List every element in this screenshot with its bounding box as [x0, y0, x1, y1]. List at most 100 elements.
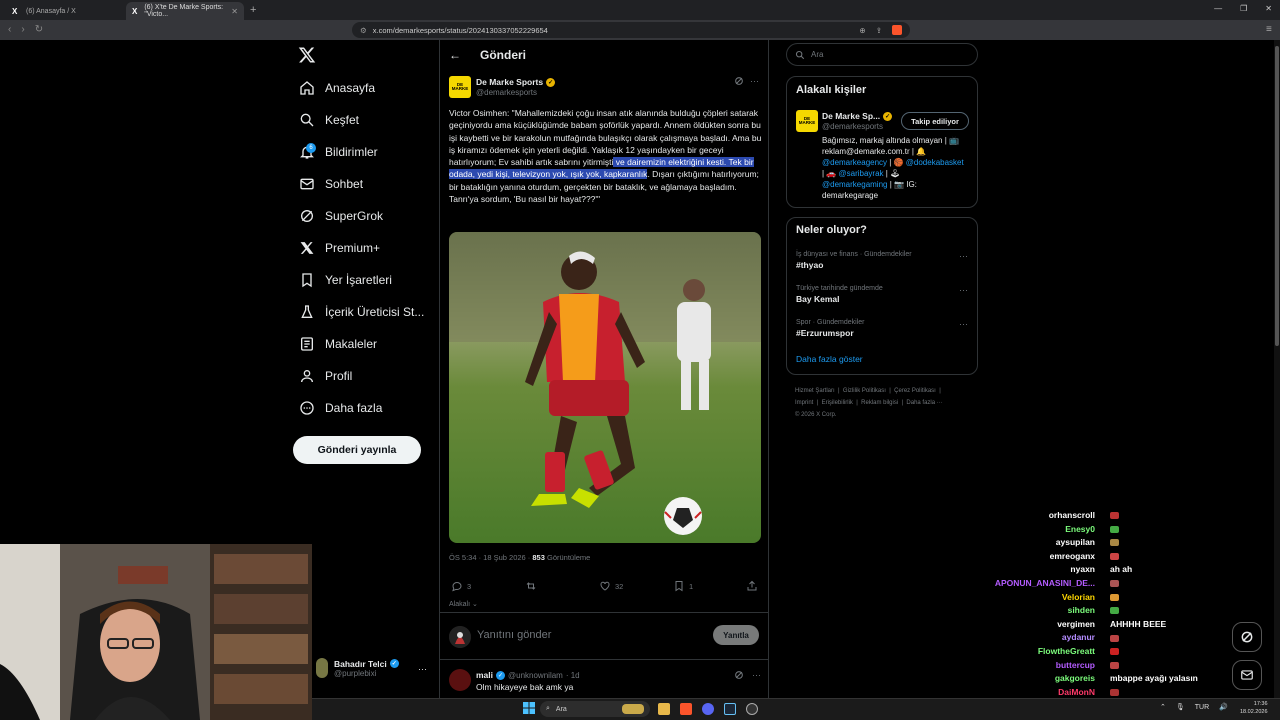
reply-button[interactable]: 3: [451, 580, 471, 592]
microphone-icon[interactable]: 🎙: [1176, 703, 1185, 711]
taskbar-clock[interactable]: 17:36 18.02.2026: [1240, 700, 1268, 716]
bio-link[interactable]: @demarkeagency: [822, 158, 887, 167]
zoom-icon[interactable]: ⊕: [859, 26, 865, 35]
search-icon: ⌕: [546, 705, 550, 712]
person-handle[interactable]: @demarkesports: [822, 122, 883, 131]
brave-shield-icon[interactable]: [892, 25, 902, 35]
bookmark-button[interactable]: 1: [673, 580, 693, 592]
time: 17:36: [1253, 701, 1268, 707]
nav-item-creator-studio[interactable]: İçerik Üreticisi St...: [299, 300, 424, 324]
x-logo-icon[interactable]: [298, 46, 316, 64]
footer-link[interactable]: Hizmet Şartları: [795, 388, 835, 394]
author-name-row[interactable]: De Marke Sports ✓: [476, 77, 556, 87]
bio-link[interactable]: @dodekabasket: [906, 158, 964, 167]
tweet-photo[interactable]: [449, 232, 761, 543]
close-window-icon[interactable]: ✕: [1265, 4, 1272, 13]
chevron-up-icon[interactable]: ⌃: [1160, 703, 1166, 711]
file-explorer-icon[interactable]: [658, 703, 670, 715]
discord-icon[interactable]: [702, 703, 714, 715]
steam-icon[interactable]: [724, 703, 736, 715]
share-button[interactable]: [746, 580, 758, 592]
more-dots-icon[interactable]: ···: [418, 664, 427, 674]
following-button[interactable]: Takip ediliyor: [901, 112, 969, 130]
minimize-icon[interactable]: —: [1214, 4, 1222, 13]
tweet-actions: 3 32 1: [449, 580, 761, 594]
avatar[interactable]: [449, 669, 471, 691]
search-input[interactable]: Ara: [786, 43, 978, 66]
more-dots-icon[interactable]: ···: [959, 319, 968, 329]
nav-item-supergrok[interactable]: SuperGrok: [299, 204, 383, 228]
nav-item-bookmarks[interactable]: Yer İşaretleri: [299, 268, 392, 292]
share-icon[interactable]: ⇪: [876, 26, 882, 35]
back-arrow-icon[interactable]: ←: [449, 48, 461, 62]
trend-item[interactable]: Türkiye tarihinde gündemde Bay Kemal ···: [796, 285, 972, 304]
close-tab-icon[interactable]: ✕: [231, 7, 238, 16]
grok-float-button[interactable]: [1232, 622, 1262, 652]
bio-link[interactable]: @demarkegaming: [822, 180, 887, 189]
reply-input[interactable]: Yanıtını gönder: [477, 629, 551, 641]
messages-float-button[interactable]: [1232, 660, 1262, 690]
footer-link[interactable]: Reklam bilgisi: [861, 400, 898, 406]
avatar[interactable]: DE MARKE: [796, 110, 818, 132]
nav-item-profile[interactable]: Profil: [299, 364, 352, 388]
reply-submit-button[interactable]: Yanıtla: [713, 625, 759, 645]
trend-item[interactable]: Spor · Gündemdekiler #Erzurumspor ···: [796, 319, 972, 338]
new-tab-icon[interactable]: +: [250, 4, 256, 16]
article-icon: [299, 336, 315, 352]
more-dots-icon[interactable]: ···: [752, 670, 761, 680]
nav-item-home[interactable]: Anasayfa: [299, 76, 375, 100]
obs-icon[interactable]: [746, 703, 758, 715]
browser-tab[interactable]: X (6) Anasayfa / X: [6, 2, 122, 20]
chat-emote-icon: [1110, 553, 1119, 561]
browser-menu-icon[interactable]: ≡: [1266, 24, 1272, 35]
nav-item-explore[interactable]: Keşfet: [299, 108, 359, 132]
forward-icon[interactable]: ›: [21, 24, 24, 35]
author-avatar[interactable]: DE MARKE: [449, 76, 471, 98]
restore-icon[interactable]: ❐: [1240, 4, 1247, 13]
footer-link[interactable]: Erişilebilirlik: [822, 400, 853, 406]
volume-icon[interactable]: 🔊: [1219, 703, 1228, 711]
nav-item-more[interactable]: Daha fazla: [299, 396, 382, 420]
avatar: [316, 658, 328, 678]
browser-tab-active[interactable]: X (6) X'te De Marke Sports: "Victo... ✕: [126, 2, 244, 20]
brave-browser-icon[interactable]: [680, 703, 692, 715]
repost-button[interactable]: [525, 580, 537, 592]
footer-link[interactable]: Daha fazla ···: [906, 400, 942, 406]
account-switcher[interactable]: Bahadır Telci ✓ @purplebixi: [316, 658, 399, 678]
trend-item[interactable]: İş dünyası ve finans · Gündemdekiler #th…: [796, 251, 972, 270]
chat-text: [1110, 646, 1119, 656]
more-dots-icon[interactable]: ···: [959, 251, 968, 261]
grok-icon[interactable]: [734, 670, 744, 680]
search-highlight-icon: [622, 704, 644, 714]
like-button[interactable]: 32: [599, 580, 623, 592]
back-icon[interactable]: ‹: [8, 24, 11, 35]
bio-link[interactable]: @saribayrak: [839, 169, 884, 178]
nav-item-chat[interactable]: Sohbet: [299, 172, 363, 196]
windows-start-icon[interactable]: [523, 702, 535, 714]
verified-gold-icon: ✓: [546, 77, 556, 87]
more-dots-icon[interactable]: ···: [750, 76, 759, 86]
post-button[interactable]: Gönderi yayınla: [293, 436, 421, 464]
nav-label: Daha fazla: [325, 401, 383, 415]
site-info-icon[interactable]: ⚙: [360, 26, 367, 35]
more-dots-icon[interactable]: ···: [959, 285, 968, 295]
related-dropdown[interactable]: Alakalı ⌄: [449, 600, 478, 608]
show-more-link[interactable]: Daha fazla göster: [796, 354, 863, 364]
address-bar[interactable]: ⚙ x.com/demarkesports/status/20241303370…: [352, 22, 910, 38]
scrollbar-thumb[interactable]: [1275, 46, 1279, 346]
reload-icon[interactable]: ↻: [35, 24, 43, 35]
keyboard-language[interactable]: TUR: [1195, 704, 1209, 711]
nav-item-articles[interactable]: Makaleler: [299, 332, 377, 356]
person-bio: Bağımsız, markaj altında olmayan | 📺 rek…: [822, 136, 964, 200]
reply-author-row[interactable]: mali ✓ @unknownilam · 1d: [476, 670, 580, 680]
footer-link[interactable]: Imprint: [795, 400, 813, 406]
grok-icon[interactable]: [734, 76, 744, 86]
person-name-row[interactable]: De Marke Sp... ✓: [822, 111, 893, 121]
footer-link[interactable]: Çerez Politikası: [894, 388, 936, 394]
repost-icon: [525, 580, 537, 592]
like-count: 32: [615, 581, 624, 591]
author-handle[interactable]: @demarkesports: [476, 88, 537, 97]
taskbar-search[interactable]: ⌕ Ara: [540, 701, 650, 717]
footer-link[interactable]: Gizlilik Politikası: [843, 388, 886, 394]
nav-item-premium[interactable]: Premium+: [299, 236, 380, 260]
